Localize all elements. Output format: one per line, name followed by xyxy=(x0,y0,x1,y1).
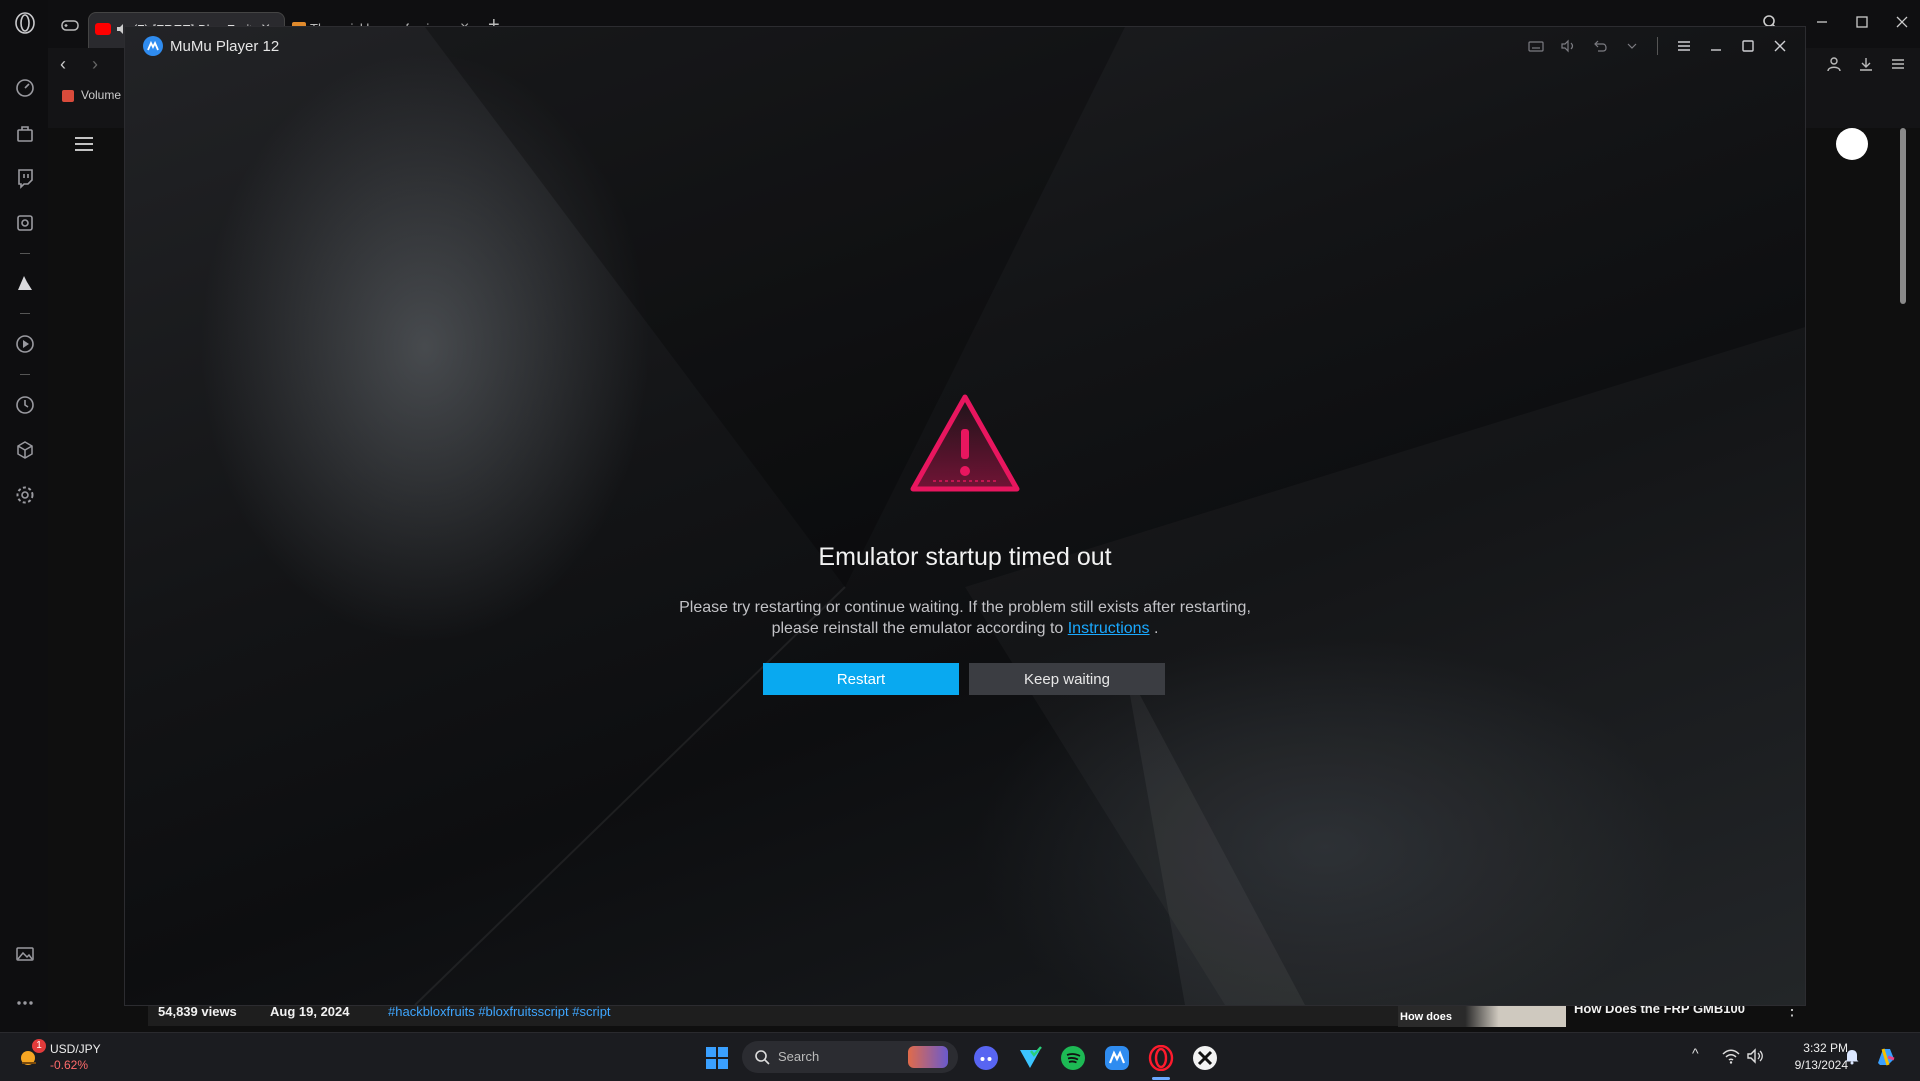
more-dots-icon[interactable] xyxy=(14,992,36,1014)
taskbar-search[interactable]: Search xyxy=(742,1041,958,1073)
warning-triangle-icon xyxy=(905,389,1025,499)
search-icon xyxy=(755,1050,770,1065)
mumu-player-window: MuMu Player 12 Emulator startup timed ou… xyxy=(124,26,1806,1006)
app-launcher-icon[interactable] xyxy=(14,272,36,294)
dialog-message-text: Please try restarting or continue waitin… xyxy=(679,599,1251,637)
browser-sidebar xyxy=(0,0,49,1032)
avatar[interactable] xyxy=(1836,128,1868,160)
browser-close-icon[interactable] xyxy=(1892,12,1912,32)
sidebar-divider xyxy=(20,374,30,375)
clock-date[interactable]: 9/13/2024 xyxy=(1758,1058,1848,1072)
gamepad-icon[interactable] xyxy=(60,15,80,35)
startup-timeout-dialog: Emulator startup timed out Please try re… xyxy=(125,27,1805,1005)
profile-icon[interactable] xyxy=(1826,56,1842,72)
widget-badge: 1 xyxy=(32,1039,46,1053)
bookmark-favicon-icon xyxy=(62,90,74,102)
ticker-change: -0.62% xyxy=(50,1058,89,1072)
forward-arrow-icon[interactable]: › xyxy=(92,54,98,75)
player-icon[interactable] xyxy=(14,333,36,355)
sidebar-divider xyxy=(20,313,30,314)
opera-logo-icon[interactable] xyxy=(14,12,36,34)
restart-button[interactable]: Restart xyxy=(763,663,959,695)
youtube-menu-icon[interactable] xyxy=(74,136,94,152)
keep-waiting-button[interactable]: Keep waiting xyxy=(969,663,1165,695)
aria-ai-icon[interactable] xyxy=(14,212,36,234)
extensions-cube-icon[interactable] xyxy=(14,439,36,461)
video-date: Aug 19, 2024 xyxy=(270,1004,350,1019)
bookmark-volume[interactable]: Volume xyxy=(81,88,121,102)
history-icon[interactable] xyxy=(14,394,36,416)
dialog-message-end: . xyxy=(1149,620,1159,637)
youtube-favicon-icon xyxy=(95,23,111,35)
browser-minimize-icon[interactable] xyxy=(1812,12,1832,32)
opera-taskbar-icon[interactable] xyxy=(1148,1045,1174,1071)
gallery-icon[interactable] xyxy=(14,943,36,965)
search-placeholder: Search xyxy=(778,1049,820,1064)
twitch-icon[interactable] xyxy=(14,167,36,189)
ticker-symbol[interactable]: USD/JPY xyxy=(50,1042,101,1056)
speed-dial-icon[interactable] xyxy=(14,77,36,99)
wifi-icon[interactable] xyxy=(1722,1048,1740,1064)
shopping-bag-icon[interactable] xyxy=(14,122,36,144)
page-scrollbar[interactable] xyxy=(1900,128,1906,304)
vpn-app-icon[interactable] xyxy=(1017,1045,1043,1071)
dialog-message: Please try restarting or continue waitin… xyxy=(665,597,1265,639)
related-thumbnail[interactable]: How does xyxy=(1398,1005,1566,1027)
clock-time[interactable]: 3:32 PM xyxy=(1758,1041,1848,1055)
video-views: 54,839 views xyxy=(158,1004,237,1019)
instructions-link[interactable]: Instructions xyxy=(1068,620,1150,637)
tray-chevron-up-icon[interactable]: ^ xyxy=(1692,1045,1699,1061)
dialog-title: Emulator startup timed out xyxy=(818,543,1112,571)
spotify-icon[interactable] xyxy=(1060,1045,1086,1071)
settings-gear-icon[interactable] xyxy=(14,484,36,506)
video-hashtags[interactable]: #hackbloxfruits #bloxfruitsscript #scrip… xyxy=(388,1004,611,1019)
taskbar: 1 USD/JPY -0.62% Search ^ 3:32 PM 9/13/2… xyxy=(0,1032,1920,1081)
sidebar-divider xyxy=(20,253,30,254)
copilot-icon[interactable] xyxy=(1874,1045,1898,1069)
mumu-taskbar-icon[interactable] xyxy=(1104,1045,1130,1071)
discord-icon[interactable] xyxy=(973,1045,999,1071)
browser-maximize-icon[interactable] xyxy=(1852,12,1872,32)
search-highlight-icon xyxy=(908,1046,948,1068)
thumbnail-text: How does xyxy=(1400,1011,1452,1023)
windows-start-icon[interactable] xyxy=(704,1045,730,1071)
back-arrow-icon[interactable]: ‹ xyxy=(60,54,66,75)
easy-setup-icon[interactable] xyxy=(1890,56,1906,72)
xbox-icon[interactable] xyxy=(1192,1045,1218,1071)
download-icon[interactable] xyxy=(1858,56,1874,72)
notification-bell-icon[interactable] xyxy=(1844,1047,1860,1065)
